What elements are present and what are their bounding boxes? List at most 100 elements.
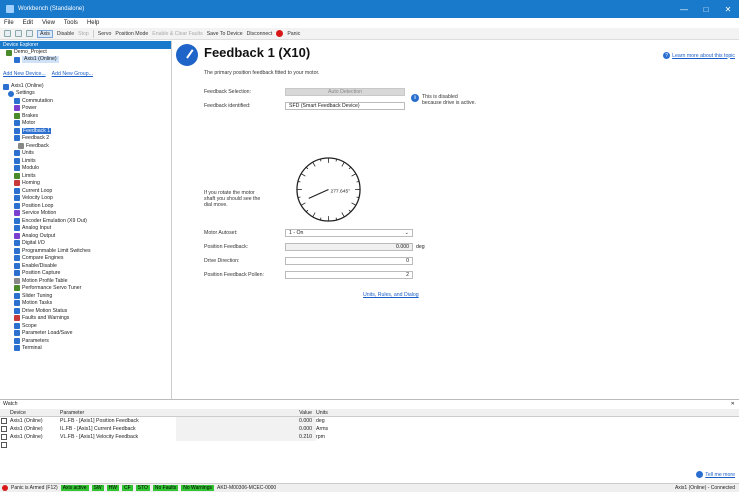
- status-chip: Axis active: [60, 485, 89, 491]
- tree-node-icon: [14, 345, 20, 352]
- panic-button[interactable]: Panic: [287, 31, 300, 37]
- cell-value: 0.210: [176, 433, 316, 441]
- table-row[interactable]: Axis1 (Online) IL.FB - [Axis1] Current Fe…: [0, 425, 739, 433]
- tell-more[interactable]: Tell me more: [696, 471, 735, 478]
- info-text: This is disabled because drive is active…: [422, 94, 476, 106]
- tree-node-icon: [14, 127, 20, 134]
- status-chip: No Warnings: [181, 485, 214, 491]
- sidebar-item[interactable]: Limits: [0, 172, 171, 180]
- tree-node-icon: [14, 255, 20, 262]
- row-checkbox[interactable]: [1, 426, 7, 432]
- sidebar-item[interactable]: Limits: [0, 157, 171, 165]
- position-mode-dropdown[interactable]: Position Mode: [115, 31, 148, 37]
- sidebar-item[interactable]: Drive Motion Status: [0, 307, 171, 315]
- device-model: AKD-M00306-MCEC-0000: [217, 485, 277, 491]
- sidebar-item[interactable]: Feedback: [0, 142, 171, 150]
- row-checkbox[interactable]: [1, 442, 7, 448]
- position-feedback-pollen-field[interactable]: 2: [285, 271, 413, 279]
- panic-armed-text: Panic is Armed (F12): [11, 485, 58, 491]
- menu-tools[interactable]: Tools: [64, 20, 78, 26]
- tree-root[interactable]: Axis1 (Online): [0, 83, 171, 90]
- sidebar-item-label: Power: [22, 105, 37, 112]
- sidebar-item[interactable]: Homing: [0, 180, 171, 188]
- minimize-button[interactable]: —: [673, 0, 695, 18]
- save-to-device-button[interactable]: Save To Device: [207, 31, 243, 37]
- sidebar-item[interactable]: Service Motion: [0, 210, 171, 218]
- motor-autoset-select[interactable]: 1 - On ⌄: [285, 229, 413, 237]
- sidebar-item-label: Parameter Load/Save: [22, 330, 73, 337]
- enable-clear-faults-button[interactable]: Enable & Clear Faults: [152, 31, 202, 37]
- sidebar-item[interactable]: Faults and Warnings: [0, 315, 171, 323]
- learn-more-link[interactable]: Learn more about this topic: [672, 53, 735, 59]
- sidebar-item-label: Slider Tuning: [22, 292, 53, 299]
- menu-edit[interactable]: Edit: [23, 20, 33, 26]
- axis-online-node[interactable]: Axis1 (Online): [0, 56, 171, 63]
- forward-icon[interactable]: [15, 30, 22, 37]
- add-new-group-link[interactable]: Add New Group...: [52, 71, 93, 77]
- sidebar-item[interactable]: Terminal: [0, 345, 171, 353]
- home-icon[interactable]: [26, 30, 33, 37]
- sidebar-item[interactable]: Parameter Load/Save: [0, 330, 171, 338]
- sidebar-item[interactable]: Brakes: [0, 112, 171, 120]
- stop-button[interactable]: Stop: [78, 31, 89, 37]
- maximize-button[interactable]: □: [695, 0, 717, 18]
- watch-close-icon[interactable]: ✕: [731, 400, 735, 408]
- sidebar-item[interactable]: Feedback 1: [0, 127, 171, 135]
- tree-node-icon: [14, 270, 20, 277]
- disconnect-button[interactable]: Disconnect: [247, 31, 273, 37]
- sidebar-item[interactable]: Scope: [0, 322, 171, 330]
- menu-view[interactable]: View: [42, 20, 55, 26]
- sidebar-item[interactable]: Programmable Limit Switches: [0, 247, 171, 255]
- sidebar-item[interactable]: Power: [0, 105, 171, 113]
- sidebar-item[interactable]: Enable/Disable: [0, 262, 171, 270]
- tell-more-link[interactable]: Tell me more: [705, 472, 735, 478]
- table-row[interactable]: Axis1 (Online) PL.FB - [Axis1] Position F…: [0, 417, 739, 425]
- col-device[interactable]: Device: [8, 409, 60, 416]
- col-units[interactable]: Units: [316, 409, 356, 416]
- sidebar-item[interactable]: Digital I/O: [0, 240, 171, 248]
- sidebar-item[interactable]: Units: [0, 150, 171, 158]
- sidebar-item-label: Analog Input: [22, 225, 52, 232]
- sidebar-item-label: Limits: [22, 157, 36, 164]
- sidebar-item-label: Feedback: [26, 142, 49, 149]
- sidebar-item[interactable]: Slider Tuning: [0, 292, 171, 300]
- sidebar-item[interactable]: Feedback 2: [0, 135, 171, 143]
- back-icon[interactable]: [4, 30, 11, 37]
- sidebar-item[interactable]: Position Capture: [0, 270, 171, 278]
- sidebar-item[interactable]: Current Loop: [0, 187, 171, 195]
- axis-selector[interactable]: Axis: [37, 29, 53, 38]
- sidebar-item[interactable]: Analog Output: [0, 232, 171, 240]
- learn-more[interactable]: ? Learn more about this topic: [663, 52, 735, 59]
- project-node[interactable]: Demo_Project: [0, 49, 171, 56]
- sidebar-item[interactable]: Motion Tasks: [0, 300, 171, 308]
- position-feedback-label: Position Feedback:: [204, 244, 249, 250]
- close-button[interactable]: ✕: [717, 0, 739, 18]
- menu-help[interactable]: Help: [87, 20, 99, 26]
- sidebar-item[interactable]: Position Loop: [0, 202, 171, 210]
- menu-file[interactable]: File: [4, 20, 14, 26]
- sidebar-item[interactable]: Analog Input: [0, 225, 171, 233]
- row-checkbox[interactable]: [1, 418, 7, 424]
- sidebar-item[interactable]: Parameters: [0, 337, 171, 345]
- feedback-selection-field: Auto Detection: [285, 88, 405, 96]
- row-checkbox[interactable]: [1, 434, 7, 440]
- table-row[interactable]: Axis1 (Online) VL.FB - [Axis1] Velocity F…: [0, 433, 739, 441]
- disable-button[interactable]: Disable: [57, 31, 74, 37]
- col-value[interactable]: Value: [176, 409, 316, 416]
- servo-dropdown[interactable]: Servo: [98, 31, 112, 37]
- sidebar-item[interactable]: Compare Engines: [0, 255, 171, 263]
- sidebar-item[interactable]: Motor: [0, 120, 171, 128]
- tree-node-icon: [14, 217, 20, 224]
- sidebar-item[interactable]: Encoder Emulation (X9 Out): [0, 217, 171, 225]
- sidebar-item[interactable]: Modulo: [0, 165, 171, 173]
- drive-direction-field[interactable]: 0: [285, 257, 413, 265]
- tree-settings[interactable]: Settings: [0, 90, 171, 97]
- watch-title-bar: Watch ✕: [0, 400, 739, 408]
- sidebar-item[interactable]: Commutation: [0, 97, 171, 105]
- units-rules-link[interactable]: Units, Rules, and Dialog: [363, 292, 419, 298]
- add-new-device-link[interactable]: Add New Device...: [3, 71, 46, 77]
- sidebar-item[interactable]: Motion Profile Table: [0, 277, 171, 285]
- col-parameter[interactable]: Parameter: [60, 409, 176, 416]
- sidebar-item[interactable]: Velocity Loop: [0, 195, 171, 203]
- sidebar-item[interactable]: Performance Servo Tuner: [0, 285, 171, 293]
